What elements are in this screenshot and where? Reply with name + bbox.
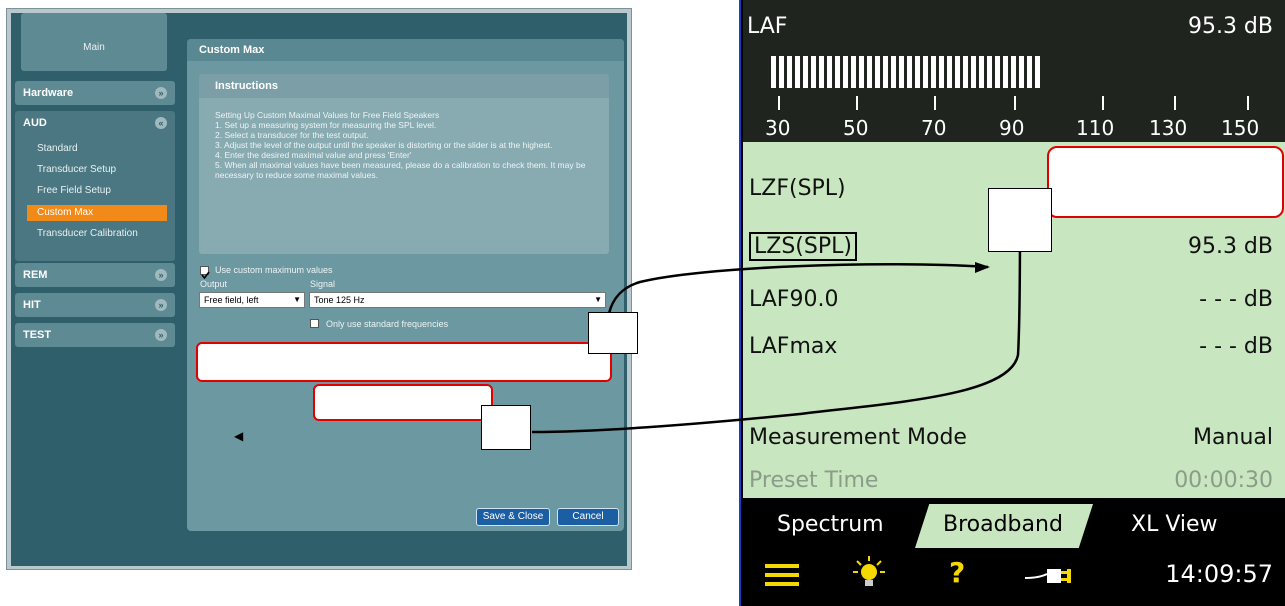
annotation-marker-box [588,312,638,354]
annotation-marker-box [988,188,1052,252]
annotation-connectors [531,219,1022,434]
annotation-marker-box [481,405,531,450]
